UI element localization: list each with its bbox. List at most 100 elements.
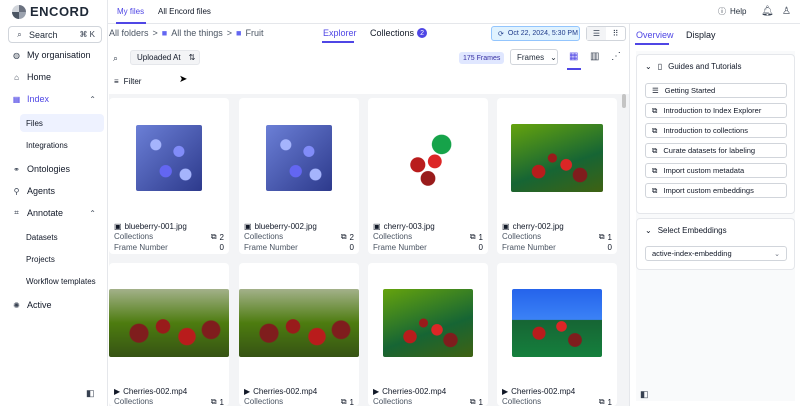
frames-select[interactable]: Frames ⌄ xyxy=(510,49,558,65)
collections-value: ⧉ 1 xyxy=(470,232,483,242)
collapse-sidebar-icon[interactable]: ◧ xyxy=(86,388,95,399)
chevron-up-icon[interactable]: ⌃ xyxy=(89,209,96,218)
file-card[interactable]: ▣ blueberry-001.jpg Collections ⧉ 2 Frame N… xyxy=(109,98,229,254)
guides-header[interactable]: ⌄ ▯ Guides and Tutorials xyxy=(645,62,741,71)
guide-index-explorer[interactable]: ⧉ Introduction to Index Explorer xyxy=(645,103,787,118)
embeddings-select[interactable]: active-index-embedding ⌄ xyxy=(645,246,787,261)
file-card[interactable]: ▶ Cherries-002.mp4 Collections ⧉ 1 xyxy=(497,263,617,406)
collections-count: 1 xyxy=(607,397,612,406)
list-view-icon[interactable]: ☰ xyxy=(587,27,606,40)
sort-direction-icon[interactable]: ⇅ xyxy=(189,53,196,62)
breadcrumb-root[interactable]: All folders xyxy=(109,28,149,38)
external-link-icon: ⧉ xyxy=(652,105,658,115)
scatter-chart-icon[interactable]: ⋰ xyxy=(611,51,621,62)
tab-explorer[interactable]: Explorer xyxy=(323,28,357,38)
copy-icon: ⧉ xyxy=(598,232,605,241)
file-card[interactable]: ▶ Cherries-002.mp4 Collections ⧉ 1 xyxy=(239,263,359,406)
top-bar: My files All Encord files ⓘ Help 🔔︎ ♙ xyxy=(108,0,800,24)
collections-count: 1 xyxy=(478,397,483,406)
ontology-icon: ⚭ xyxy=(13,164,20,174)
grid-scrollbar[interactable] xyxy=(622,94,626,108)
thumbnail-cherry-video xyxy=(383,289,473,357)
thumbnail-wrap xyxy=(368,98,488,218)
frame-label: Frame Number xyxy=(244,243,298,252)
thumbnail-wrap xyxy=(109,263,229,383)
thumbnail-cherry-video xyxy=(512,289,602,357)
sidebar-item-files[interactable]: Files xyxy=(20,114,104,132)
bell-icon[interactable]: 🔔︎ xyxy=(761,6,774,17)
search-icon: ⌕ xyxy=(17,29,22,39)
guide-custom-embeddings[interactable]: ⧉ Import custom embeddings xyxy=(645,183,787,198)
chevron-up-icon[interactable]: ⌃ xyxy=(89,95,96,104)
collections-count: 2 xyxy=(219,232,224,242)
sidebar-item-projects[interactable]: Projects xyxy=(20,250,104,268)
bar-chart-icon[interactable]: ▥ xyxy=(590,51,599,62)
sidebar-sub-label: Datasets xyxy=(26,232,58,242)
frames-select-value: Frames xyxy=(517,52,545,62)
sidebar-item-datasets[interactable]: Datasets xyxy=(20,228,104,246)
video-icon: ▶ xyxy=(502,387,509,396)
sidebar-item-annotate[interactable]: ⌗ Annotate ⌃ xyxy=(6,204,104,222)
search-button[interactable]: ⌕ Search ⌘ K xyxy=(8,26,102,43)
sidebar-item-my-organisation[interactable]: ◍ My organisation xyxy=(6,46,104,64)
overview-body: ⌄ ▯ Guides and Tutorials ☰ Getting Start… xyxy=(636,51,795,401)
file-card[interactable]: ▶ Cherries-002.mp4 Collections ⧉ 1 xyxy=(109,263,229,406)
file-card[interactable]: ▣ blueberry-002.jpg Collections ⧉ 2 Frame N… xyxy=(239,98,359,254)
grid-layout-indicator xyxy=(567,68,581,70)
search-icon[interactable]: ⌕ xyxy=(113,53,118,64)
sidebar-item-home[interactable]: ⌂ Home xyxy=(6,68,104,86)
breadcrumb-folder-fruit[interactable]: Fruit xyxy=(245,28,263,38)
collections-count: 2 xyxy=(349,232,354,242)
collections-row: Collections ⧉ 1 xyxy=(244,397,354,406)
tab-collections[interactable]: Collections 2 xyxy=(370,28,428,38)
file-card[interactable]: ▣ cherry-002.jpg Collections ⧉ 1 Frame Numb… xyxy=(497,98,617,254)
tab-display[interactable]: Display xyxy=(686,30,716,40)
guide-getting-started[interactable]: ☰ Getting Started xyxy=(645,83,787,98)
collections-count-badge: 2 xyxy=(417,28,428,38)
frame-row: Frame Number 0 xyxy=(502,243,612,252)
user-icon[interactable]: ♙ xyxy=(782,6,791,17)
encord-logo[interactable]: ENCORD xyxy=(12,4,89,19)
collapse-panel-icon[interactable]: ◧ xyxy=(640,389,649,400)
index-icon: ▦ xyxy=(12,94,21,104)
frame-value: 0 xyxy=(349,243,354,252)
guide-collections[interactable]: ⧉ Introduction to collections xyxy=(645,123,787,138)
breadcrumb-folder-all-the-things[interactable]: All the things xyxy=(171,28,223,38)
thumbnail-wrap xyxy=(497,263,617,383)
sidebar-item-label: Annotate xyxy=(27,208,64,218)
date-filter-pill[interactable]: ⟳ Oct 22, 2024, 5:30 PM xyxy=(491,26,580,41)
list-icon: ☰ xyxy=(652,86,659,95)
sidebar-item-active[interactable]: ✺ Active xyxy=(6,296,104,314)
grid-view-icon[interactable]: ⠿ xyxy=(606,27,625,40)
sort-button[interactable]: Uploaded At ⇅ xyxy=(130,50,200,65)
layout-toggle: ☰ ⠿ xyxy=(586,26,626,41)
file-name-text: cherry-002.jpg xyxy=(512,222,564,231)
guide-custom-metadata[interactable]: ⧉ Import custom metadata xyxy=(645,163,787,178)
help-label: Help xyxy=(730,7,747,16)
file-card[interactable]: ▣ cherry-003.jpg Collections ⧉ 1 Frame Numb… xyxy=(368,98,488,254)
tab-my-files[interactable]: My files xyxy=(117,7,144,16)
sidebar-item-ontologies[interactable]: ⚭ Ontologies xyxy=(6,160,104,178)
grid-layout-icon[interactable]: ▦ xyxy=(569,51,578,62)
help-button[interactable]: ⓘ Help xyxy=(718,6,746,17)
thumbnail-wrap xyxy=(239,263,359,383)
filter-button[interactable]: ≡ Filter xyxy=(114,77,141,86)
external-link-icon: ⧉ xyxy=(652,125,658,135)
tab-all-encord-files[interactable]: All Encord files xyxy=(158,7,211,16)
thumbnail-wrap xyxy=(368,263,488,383)
tab-overview[interactable]: Overview xyxy=(636,30,674,40)
sidebar-item-workflow-templates[interactable]: Workflow templates xyxy=(20,272,104,290)
collections-value: ⧉ 1 xyxy=(599,397,612,406)
guide-curate-datasets[interactable]: ⧉ Curate datasets for labeling xyxy=(645,143,787,158)
agents-icon: ⚲ xyxy=(13,186,20,196)
chevron-down-icon: ⌄ xyxy=(550,52,557,62)
sidebar-item-integrations[interactable]: Integrations xyxy=(20,136,104,154)
sidebar-item-agents[interactable]: ⚲ Agents xyxy=(6,182,104,200)
collections-label: Collections xyxy=(502,397,542,406)
file-card[interactable]: ▶ Cherries-002.mp4 Collections ⧉ 1 xyxy=(368,263,488,406)
file-name: ▣ blueberry-001.jpg xyxy=(114,222,187,231)
collections-row: Collections ⧉ 1 xyxy=(373,232,483,242)
folder-icon: ■ xyxy=(161,28,168,38)
sidebar-item-index[interactable]: ▦ Index ⌃ xyxy=(6,90,104,108)
embeddings-header[interactable]: ⌄ Select Embeddings xyxy=(645,226,727,235)
